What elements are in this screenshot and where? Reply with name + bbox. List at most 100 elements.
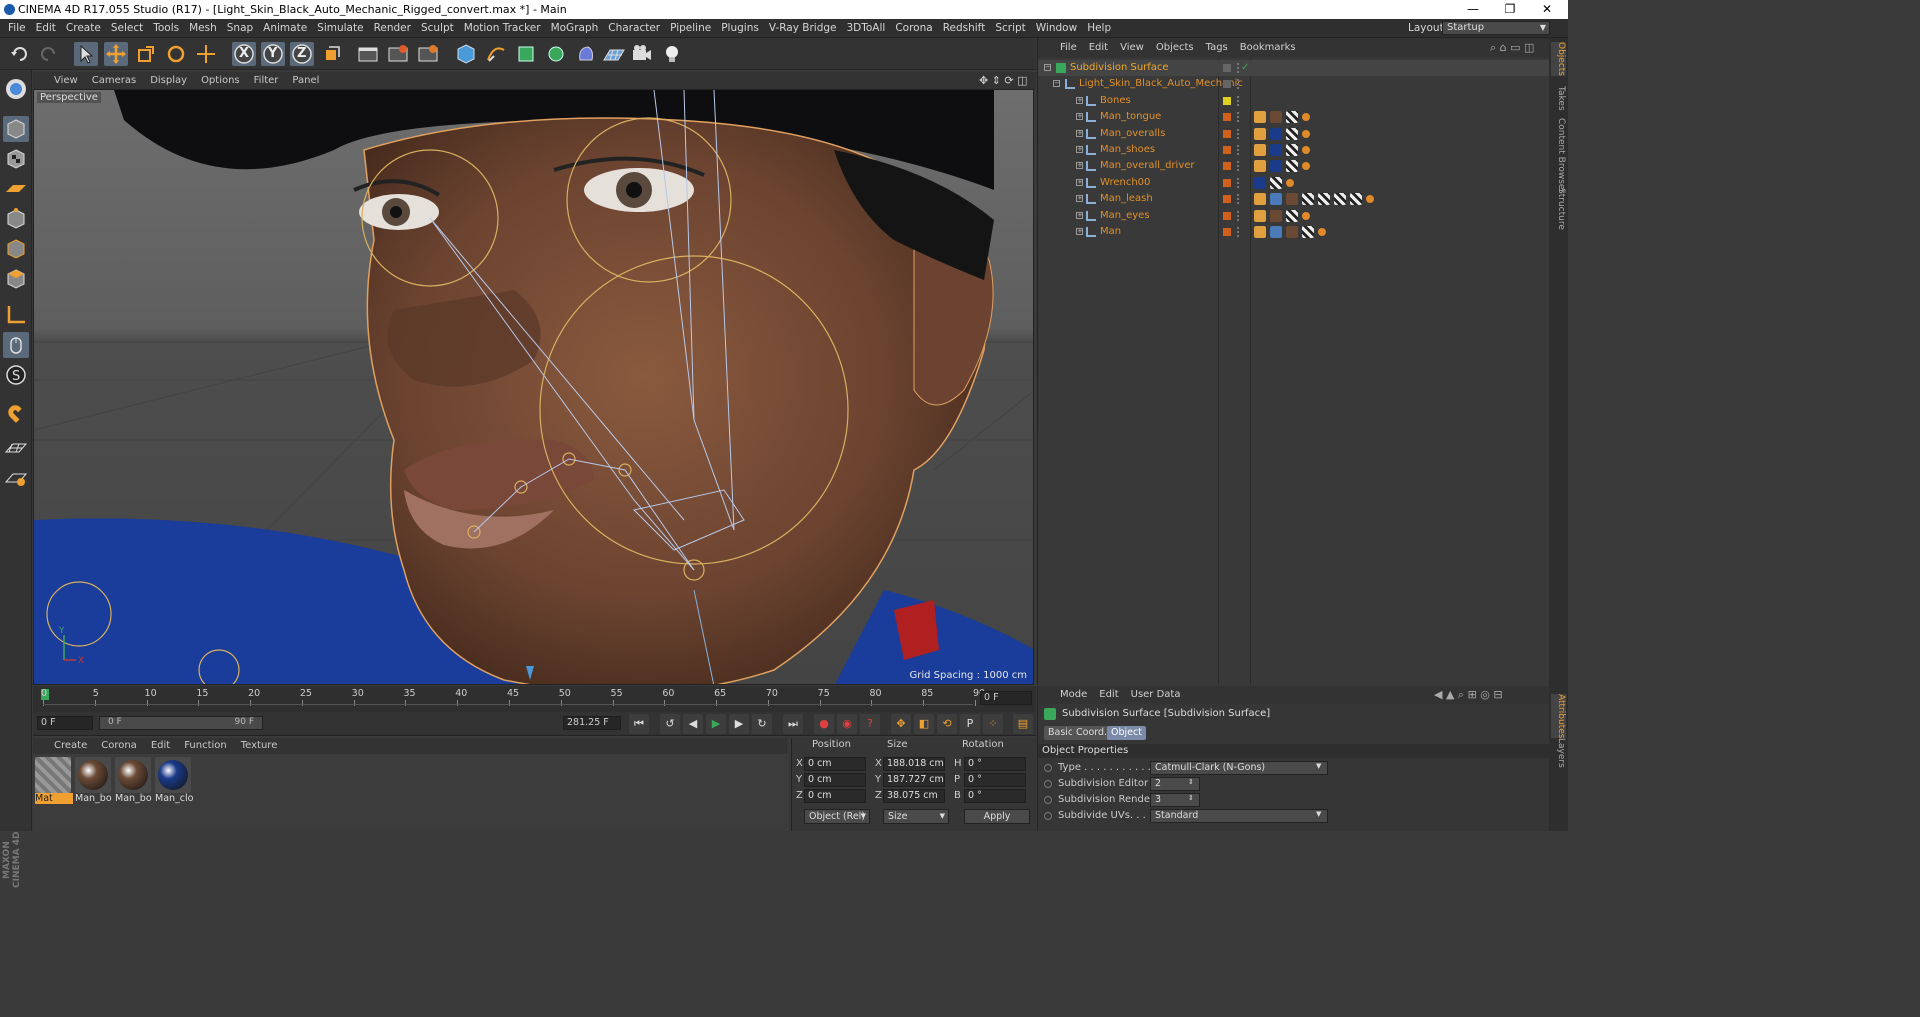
rotation-b-field[interactable]: 0 ° xyxy=(964,789,1026,803)
object-tag-icon[interactable] xyxy=(1302,113,1310,122)
stepper-icon[interactable]: ⇕ xyxy=(1188,794,1194,802)
menu-item-character[interactable]: Character xyxy=(603,19,665,37)
layer-color-swatch[interactable] xyxy=(1223,80,1231,89)
coordinate-mode-dropdown[interactable]: Object (Rel) ▼ xyxy=(804,809,870,824)
object-row-man-leash[interactable]: + Man_leash xyxy=(1038,191,1550,207)
keyframe-selection-button[interactable]: ? xyxy=(860,714,880,734)
material-menu-item-function[interactable]: Function xyxy=(177,738,234,754)
side-tab-objects[interactable]: Objects xyxy=(1551,42,1566,77)
object-row-bones[interactable]: + Bones xyxy=(1038,93,1550,109)
object-tag-icon[interactable] xyxy=(1318,228,1326,236)
object-tag-icon[interactable] xyxy=(1302,129,1310,138)
object-tag-icon[interactable] xyxy=(1286,127,1298,140)
end-frame-field[interactable]: 281.25 F xyxy=(563,716,621,730)
visibility-dots-icon[interactable] xyxy=(1237,112,1241,123)
side-tab-layers[interactable]: Layers xyxy=(1551,738,1566,768)
side-tab-content-browser[interactable]: Content Browser xyxy=(1551,118,1566,193)
scale-tool-button[interactable] xyxy=(134,42,158,66)
side-tab-attributes[interactable]: Attributes xyxy=(1551,694,1566,739)
menu-item-corona[interactable]: Corona xyxy=(890,19,937,37)
previous-frame-button[interactable]: ◀ xyxy=(683,714,703,734)
object-tag-icon[interactable] xyxy=(1286,160,1298,173)
menu-item-snap[interactable]: Snap xyxy=(222,19,258,37)
visibility-dots-icon[interactable] xyxy=(1237,161,1241,172)
autokey-button[interactable]: ◉ xyxy=(837,714,857,734)
snap-button[interactable] xyxy=(3,400,29,426)
visibility-dots-icon[interactable] xyxy=(1237,128,1241,139)
object-tag-icon[interactable] xyxy=(1254,176,1266,189)
object-name[interactable]: Wrench00 xyxy=(1100,175,1150,191)
object-tag-icon[interactable] xyxy=(1302,162,1310,171)
coordinate-system-button[interactable] xyxy=(320,42,344,66)
texture-mode-button[interactable] xyxy=(3,146,29,172)
position-z-field[interactable]: 0 cm xyxy=(804,789,866,803)
viewport-menu-item-panel[interactable]: Panel xyxy=(285,72,326,89)
chevron-down-icon[interactable]: ▼ xyxy=(1316,762,1321,770)
model-mode-button[interactable] xyxy=(3,116,29,142)
visibility-dots-icon[interactable] xyxy=(1237,227,1241,237)
record-rotation-button[interactable]: ⟲ xyxy=(937,714,957,734)
points-mode-button[interactable] xyxy=(3,206,29,232)
object-tag-icon[interactable] xyxy=(1350,193,1362,206)
attribute-menu-item-mode[interactable]: Mode xyxy=(1054,686,1093,704)
menu-item-script[interactable]: Script xyxy=(990,19,1030,37)
move-tool-button[interactable] xyxy=(104,42,128,66)
render-view-button[interactable] xyxy=(356,42,380,66)
object-tag-icon[interactable] xyxy=(1318,193,1330,206)
object-tag-icon[interactable] xyxy=(1254,209,1266,222)
object-menu-item-edit[interactable]: Edit xyxy=(1083,38,1114,58)
visibility-dots-icon[interactable] xyxy=(1237,210,1241,221)
viewport-menu-item-display[interactable]: Display xyxy=(143,72,194,89)
property-value-field[interactable]: Catmull-Clark (N-Gons) xyxy=(1150,761,1328,775)
collapse-toggle-icon[interactable]: − xyxy=(1044,64,1051,71)
position-y-field[interactable]: 0 cm xyxy=(804,773,866,787)
object-tag-icon[interactable] xyxy=(1254,144,1266,156)
expand-toggle-icon[interactable]: + xyxy=(1076,129,1083,137)
object-tag-icon[interactable] xyxy=(1302,211,1310,220)
attribute-tab-object[interactable]: Object xyxy=(1107,726,1146,740)
solo-button[interactable]: S xyxy=(3,362,29,388)
next-frame-button[interactable]: ▶ xyxy=(729,714,749,734)
undo-button[interactable] xyxy=(8,42,32,66)
cube-object-button[interactable] xyxy=(454,42,478,66)
object-tag-icon[interactable] xyxy=(1302,193,1314,206)
x-axis-lock-button[interactable]: X xyxy=(232,42,256,66)
visibility-dots-icon[interactable] xyxy=(1237,177,1241,188)
object-name[interactable]: Man xyxy=(1100,224,1121,240)
object-tag-icon[interactable] xyxy=(1286,111,1298,124)
object-row-man-shoes[interactable]: + Man_shoes xyxy=(1038,142,1550,158)
make-editable-button[interactable] xyxy=(3,76,29,102)
record-position-button[interactable]: ✥ xyxy=(891,714,911,734)
perspective-viewport[interactable]: X Y Perspective Grid Spacing : 1000 cm xyxy=(33,89,1034,685)
layer-color-swatch[interactable] xyxy=(1223,162,1231,171)
object-row-man-tongue[interactable]: + Man_tongue xyxy=(1038,109,1550,125)
object-tag-icon[interactable] xyxy=(1270,127,1282,140)
chevron-down-icon[interactable]: ▼ xyxy=(1316,810,1321,818)
enabled-check-icon[interactable]: ✓ xyxy=(1241,60,1249,76)
viewport-menu-item-cameras[interactable]: Cameras xyxy=(85,72,143,89)
expand-toggle-icon[interactable]: + xyxy=(1076,162,1083,170)
render-settings-button[interactable] xyxy=(416,42,440,66)
menu-item-file[interactable]: File xyxy=(3,19,31,37)
next-key-button[interactable]: ↻ xyxy=(752,714,772,734)
object-tag-icon[interactable] xyxy=(1286,144,1298,156)
object-tag-icon[interactable] xyxy=(1254,111,1266,124)
animate-toggle-icon[interactable] xyxy=(1044,796,1052,804)
menu-item-select[interactable]: Select xyxy=(106,19,148,37)
planar-workplane-button[interactable] xyxy=(3,466,29,492)
menu-item-3dtoall[interactable]: 3DToAll xyxy=(841,19,890,37)
layer-color-swatch[interactable] xyxy=(1223,146,1231,154)
go-to-start-button[interactable]: ⏮ xyxy=(629,714,649,734)
viewport-nav-icons[interactable]: ✥ ⇕ ⟳ ◫ xyxy=(979,74,1028,87)
visibility-dots-icon[interactable] xyxy=(1237,145,1241,155)
edges-mode-button[interactable] xyxy=(3,236,29,262)
pen-spline-button[interactable] xyxy=(484,42,508,66)
size-y-field[interactable]: 187.727 cm xyxy=(883,773,945,787)
layer-color-swatch[interactable] xyxy=(1223,96,1231,105)
record-pla-button[interactable]: ⁘ xyxy=(983,714,1003,734)
material-swatch[interactable]: Man_bo xyxy=(115,757,152,804)
camera-button[interactable] xyxy=(630,42,654,66)
cloner-button[interactable] xyxy=(544,42,568,66)
object-manager-nav-icons[interactable]: ⌕ ⌂ ▭ ◫ xyxy=(1490,41,1534,55)
light-button[interactable] xyxy=(660,42,684,66)
